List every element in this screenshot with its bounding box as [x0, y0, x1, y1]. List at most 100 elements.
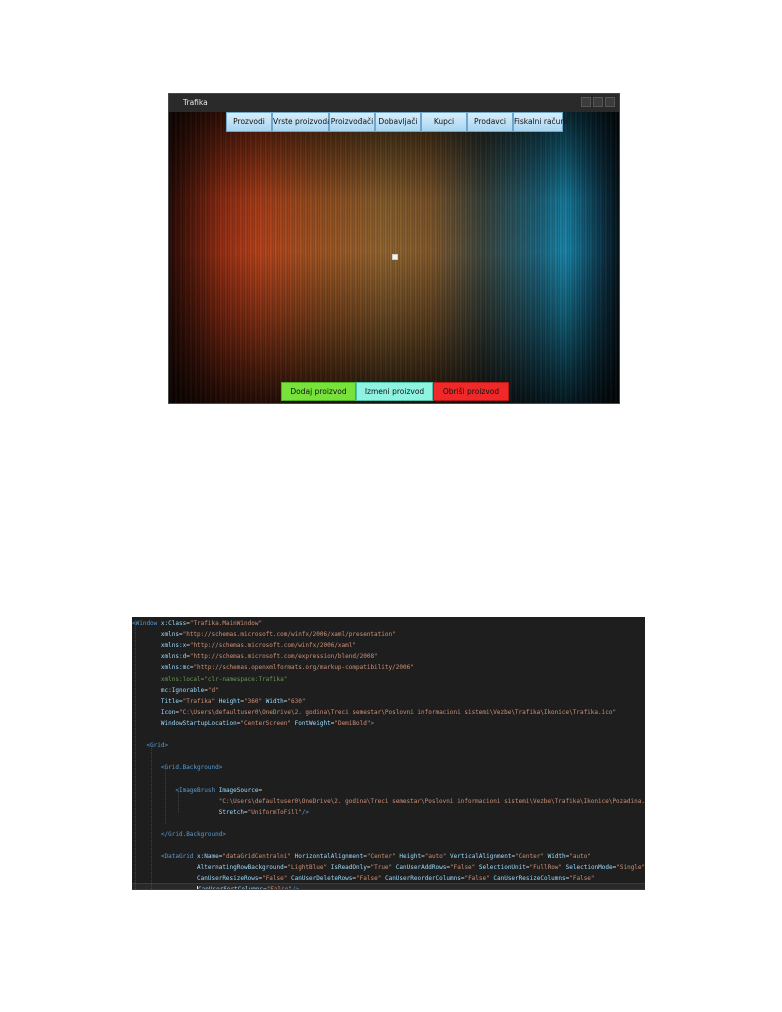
window-title: Trafika — [183, 98, 208, 107]
code-token: Icon — [160, 708, 176, 716]
code-token: IsReadOnly — [330, 864, 367, 872]
code-line[interactable]: xmlns="http://schemas.microsoft.com/winf… — [132, 629, 645, 640]
menu-button-dobavljaci[interactable]: Dobavljači — [375, 112, 421, 132]
delete-product-button[interactable]: Obriši proizvod — [433, 382, 509, 401]
code-line[interactable]: Stretch="UniformToFill"/> — [132, 807, 645, 818]
code-line[interactable]: WindowStartupLocation="CenterScreen" Fon… — [132, 718, 645, 729]
code-line[interactable]: mc:Ignorable="d" — [132, 685, 645, 696]
xaml-code-editor[interactable]: <Window x:Class="Trafika.MainWindow" xml… — [132, 617, 645, 890]
code-token: x:Class — [160, 620, 187, 627]
menu-button-vrste-proizvoda[interactable]: Vrste proizvoda — [272, 112, 332, 132]
code-token: = — [258, 786, 263, 794]
code-token: "False" — [450, 864, 476, 872]
code-token: SelectionMode — [565, 864, 613, 872]
code-line[interactable]: xmlns:x="http://schemas.microsoft.com/wi… — [132, 640, 645, 651]
code-token: "FullRow" — [529, 864, 563, 872]
code-token: "Trafika.MainWindow" — [189, 620, 263, 627]
code-line[interactable]: <DataGrid x:Name="dataGridCentralni" Hor… — [132, 851, 645, 862]
code-token: </Grid.Background> — [160, 830, 226, 838]
code-token: WindowStartupLocation — [160, 719, 237, 727]
code-line[interactable]: Title="Trafika" Height="360" Width="630" — [132, 696, 645, 707]
code-token: <DataGrid — [160, 853, 198, 861]
code-token: > — [370, 719, 375, 727]
code-token: "Center" — [366, 853, 396, 861]
code-token: <Window — [132, 620, 161, 627]
code-token: CanUserSortColumns — [198, 886, 264, 890]
code-token: SelectionUnit — [478, 864, 526, 872]
code-token: "C:\Users\defaultuser0\OneDrive\2. godin… — [218, 797, 645, 805]
code-token: "auto" — [569, 853, 591, 861]
code-token: "False" — [464, 875, 490, 883]
code-token: "CenterScreen" — [240, 719, 291, 727]
code-line[interactable] — [132, 818, 645, 829]
code-token: <Grid.Background> — [160, 764, 223, 772]
code-token: Title — [160, 697, 179, 705]
code-token: "Trafika" — [182, 697, 216, 705]
code-token: "False" — [266, 886, 292, 890]
code-line[interactable]: CanUserResizeRows="False" CanUserDeleteR… — [132, 873, 645, 884]
code-token: CanUserDeleteRows — [291, 875, 353, 883]
code-line[interactable]: AlternatingRowBackground="LightBlue" IsR… — [132, 862, 645, 873]
code-token: xmlns:x — [160, 642, 187, 650]
code-line[interactable]: xmlns:d="http://schemas.microsoft.com/ex… — [132, 651, 645, 662]
menu-button-prodavci[interactable]: Prodavci — [467, 112, 513, 132]
code-token: HorizontalAlignment — [294, 853, 364, 861]
code-line[interactable]: <Grid> — [132, 740, 645, 751]
code-token: "dataGridCentralni" — [222, 853, 291, 861]
code-token: xmlns:d — [160, 653, 187, 661]
code-token: xmlns:mc — [160, 664, 190, 672]
code-line[interactable]: <Window x:Class="Trafika.MainWindow" — [132, 618, 645, 629]
code-token: CanUserReorderColumns — [384, 875, 461, 883]
menu-button-kupci[interactable]: Kupci — [421, 112, 467, 132]
code-line[interactable]: xmlns:local="clr-namespace:Trafika" — [132, 674, 645, 685]
code-line[interactable] — [132, 751, 645, 762]
code-token: xmlns — [160, 631, 179, 639]
code-token: "d" — [207, 686, 219, 694]
code-line[interactable] — [132, 729, 645, 740]
code-token: "Center" — [515, 853, 544, 861]
code-token: VerticalAlignment — [450, 853, 512, 861]
menu-button-proizvodi[interactable]: Prozvodi — [226, 112, 272, 132]
code-token: "http://schemas.openxmlformats.org/marku… — [193, 664, 414, 672]
menu-button-proizvodjaci[interactable]: Proizvođači — [329, 112, 375, 132]
code-line[interactable]: <Grid.Background> — [132, 762, 645, 773]
code-line[interactable]: <ImageBrush ImageSource= — [132, 785, 645, 796]
code-token: "UniformToFill" — [247, 808, 302, 816]
code-token: CanUserAddRows — [395, 864, 447, 872]
code-line[interactable]: </Grid.Background> — [132, 829, 645, 840]
code-token: "LightBlue" — [287, 864, 328, 872]
code-line[interactable]: xmlns:mc="http://schemas.openxmlformats.… — [132, 662, 645, 673]
app-window: Trafika Prozvodi Vrste proizvoda Proizvo… — [168, 93, 620, 404]
code-line[interactable] — [132, 773, 645, 784]
window-titlebar[interactable]: Trafika — [169, 94, 619, 112]
empty-datagrid[interactable] — [392, 254, 398, 260]
minimize-icon[interactable] — [581, 97, 591, 107]
close-icon[interactable] — [605, 97, 615, 107]
code-line[interactable] — [132, 840, 645, 851]
add-product-button[interactable]: Dodaj proizvod — [281, 382, 356, 401]
menu-button-fiskalni-racuni[interactable]: Fiskalni računi — [513, 112, 567, 132]
code-token: /> — [301, 808, 310, 816]
code-token: "True" — [370, 864, 393, 872]
edit-product-button[interactable]: Izmeni proizvod — [356, 382, 433, 401]
code-line[interactable]: CanUserSortColumns="False"/> — [132, 883, 645, 890]
code-line[interactable]: Icon="C:\Users\defaultuser0\OneDrive\2. … — [132, 707, 645, 718]
code-token: "C:\Users\defaultuser0\OneDrive\2. godin… — [178, 708, 617, 716]
code-token: "DemiBold" — [334, 719, 371, 727]
maximize-icon[interactable] — [593, 97, 603, 107]
code-token: xmlns:local="clr-namespace:Trafika" — [160, 675, 288, 683]
code-token: Stretch — [218, 808, 244, 816]
code-line[interactable]: "C:\Users\defaultuser0\OneDrive\2. godin… — [132, 796, 645, 807]
